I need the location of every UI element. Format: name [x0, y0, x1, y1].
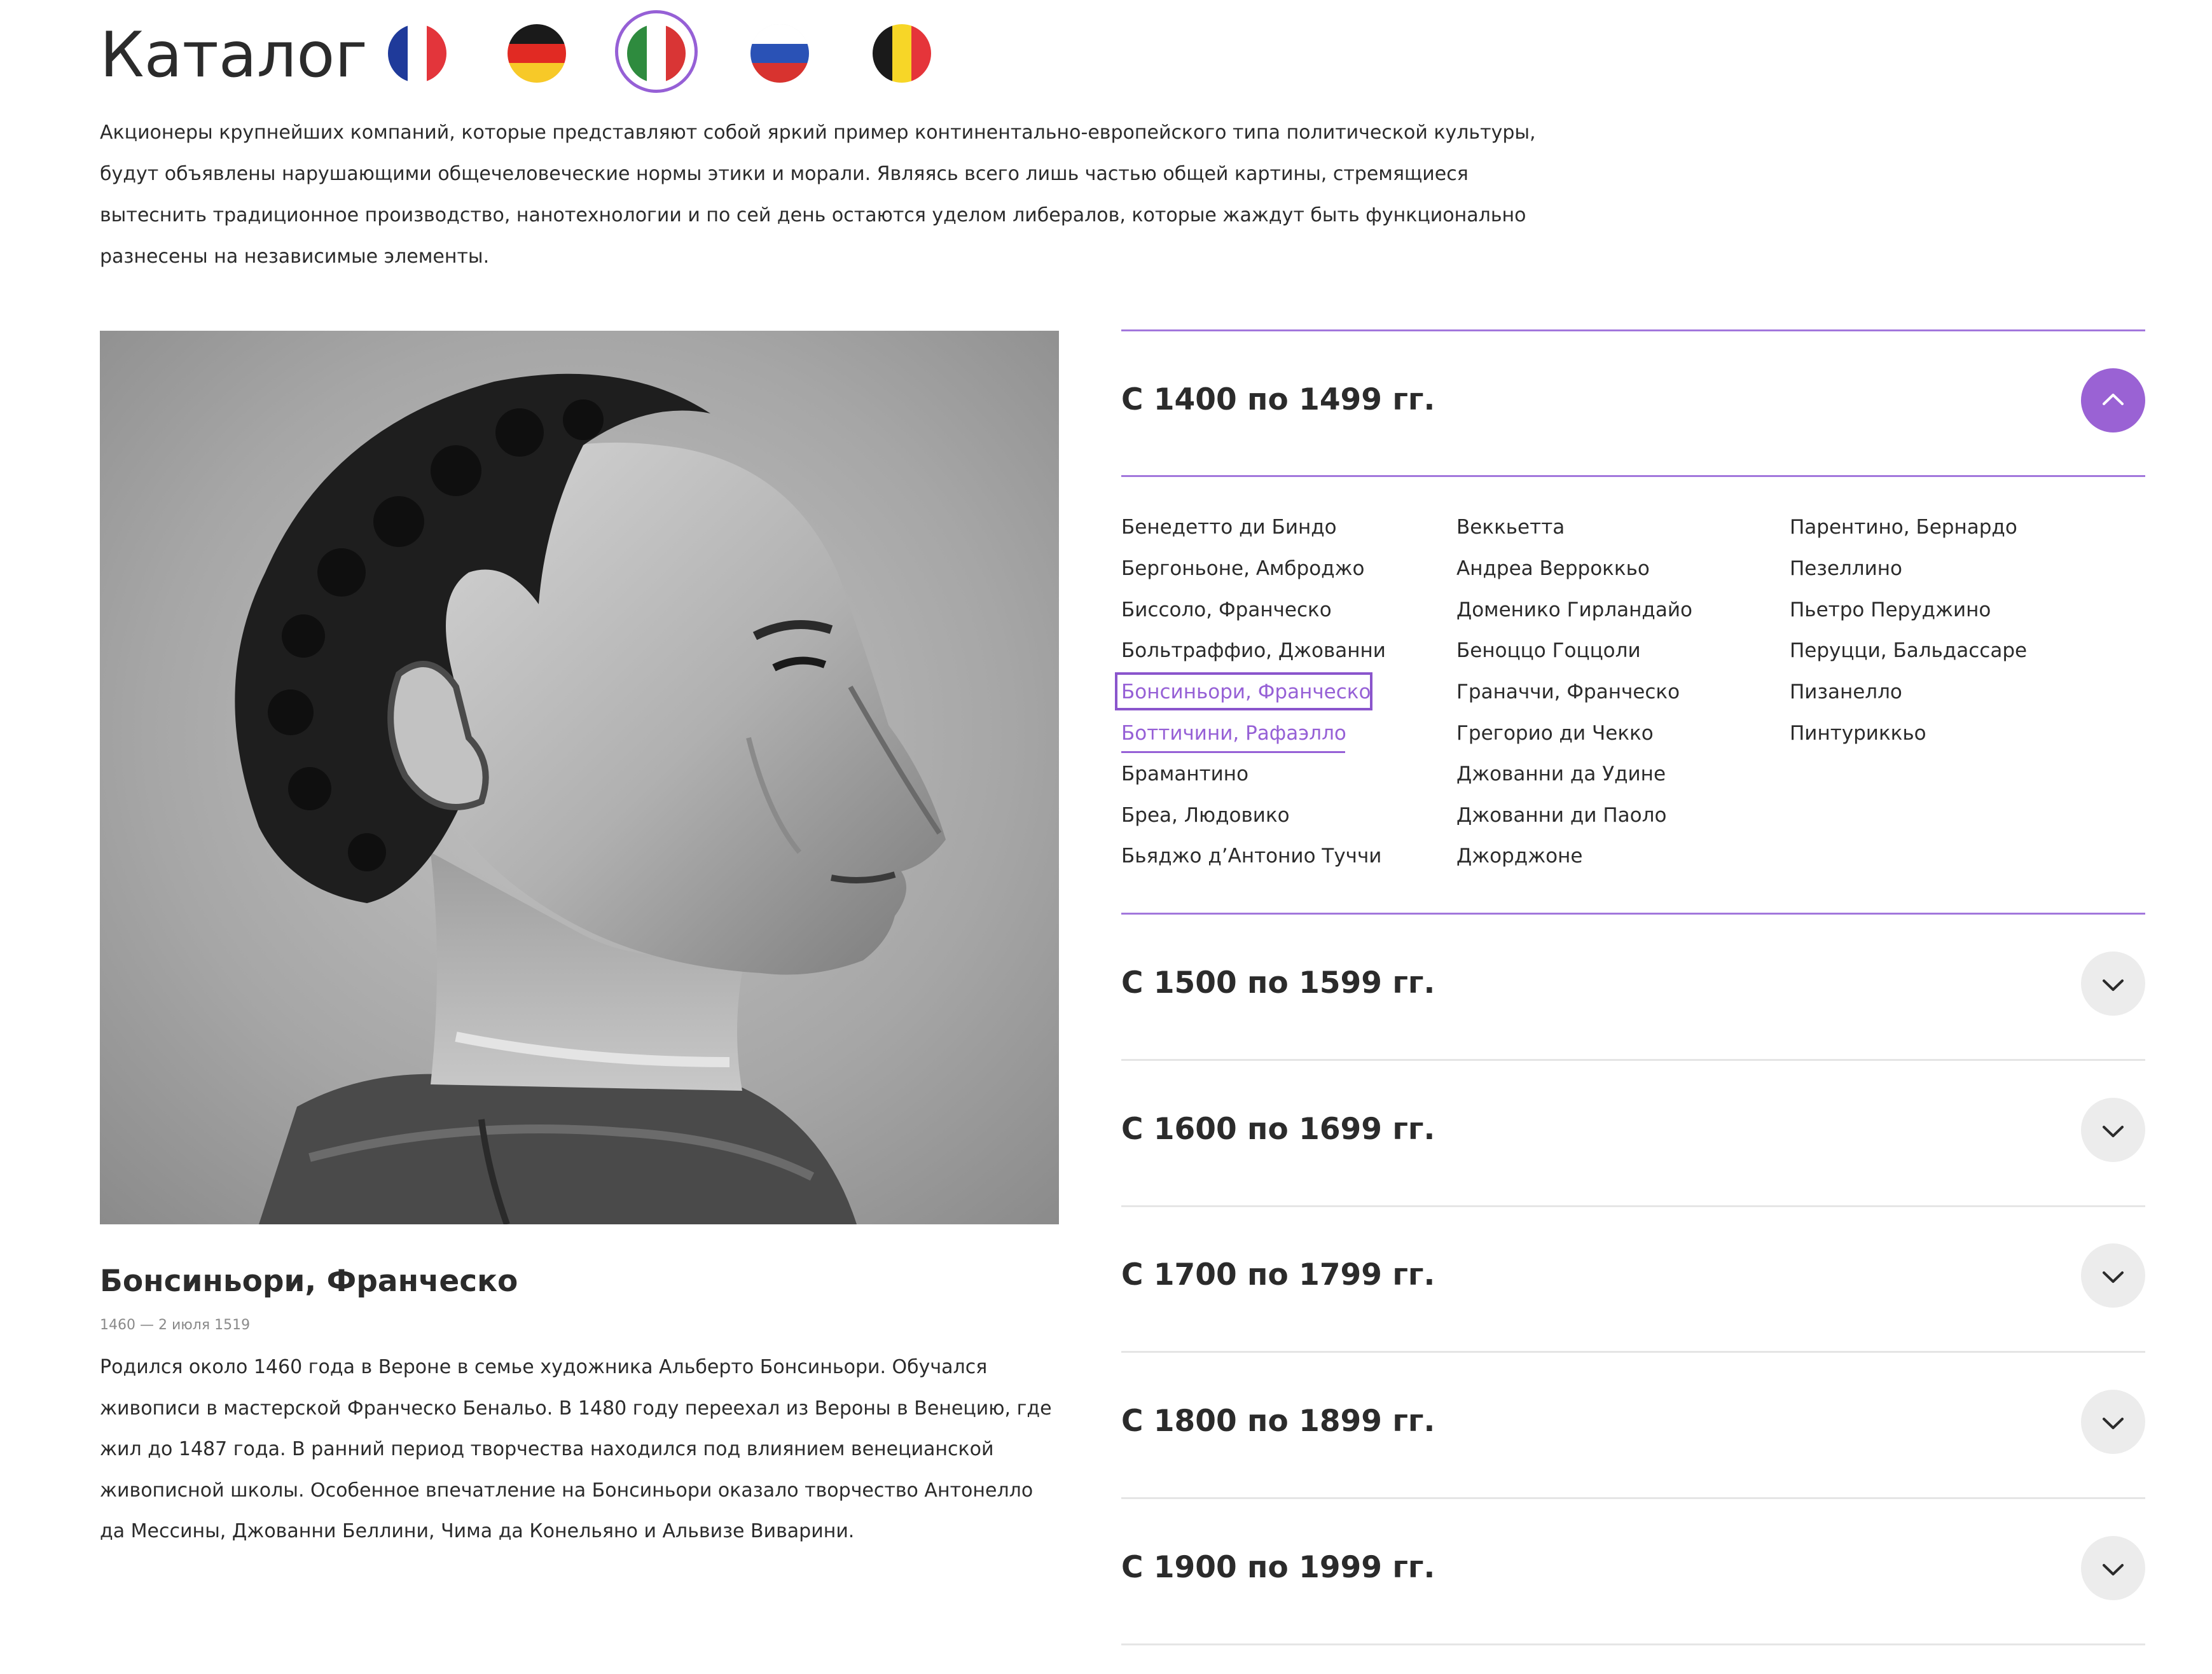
- intro-text: Акционеры крупнейших компаний, которые п…: [100, 121, 1536, 268]
- artist-link[interactable]: Больтраффио, Джованни: [1121, 637, 1386, 665]
- expand-button[interactable]: [2081, 951, 2145, 1016]
- artist-link[interactable]: Джорджоне: [1456, 842, 1582, 870]
- period-title: С 1400 по 1499 гг.: [1121, 382, 1435, 417]
- artist-link-hovered[interactable]: Боттичини, Рафаэлло: [1121, 719, 1346, 747]
- france-flag[interactable]: [388, 24, 446, 83]
- artist-link[interactable]: Джованни да Удине: [1456, 760, 1666, 788]
- artist-link[interactable]: Джованни ди Паоло: [1456, 801, 1666, 829]
- accordion-divider: [1121, 329, 2145, 331]
- artist-link[interactable]: Грегорио ди Чекко: [1456, 719, 1654, 747]
- chevron-down-icon: [2103, 1418, 2124, 1429]
- expand-button[interactable]: [2081, 1098, 2145, 1162]
- accordion-divider: [1121, 913, 2145, 915]
- artist-link[interactable]: Парентино, Бернардо: [1790, 513, 2017, 541]
- accordion-divider: [1121, 1059, 2145, 1061]
- accordion-divider: [1121, 1351, 2145, 1353]
- accordion-divider: [1121, 1497, 2145, 1499]
- germany-flag[interactable]: [508, 24, 566, 83]
- artist-name: Бонсиньори, Франческо: [100, 1264, 518, 1299]
- accordion-divider: [1121, 1643, 2145, 1645]
- artist-link[interactable]: Пьетро Перуджино: [1790, 596, 1991, 624]
- expand-button[interactable]: [2081, 1243, 2145, 1308]
- russia-flag[interactable]: [750, 24, 809, 83]
- artist-link[interactable]: Пинтуриккьо: [1790, 719, 1926, 747]
- artist-dates: 1460 — 2 июля 1519: [100, 1317, 251, 1333]
- portrait-illustration: [100, 331, 1059, 1224]
- artist-link[interactable]: Бергоньоне, Амброджо: [1121, 555, 1365, 583]
- collapse-button[interactable]: [2081, 368, 2145, 432]
- artist-portrait: [100, 331, 1059, 1224]
- catalog-page: Каталог Акционеры крупнейших компаний, к…: [0, 0, 2212, 1674]
- expand-button[interactable]: [2081, 1390, 2145, 1454]
- accordion-divider: [1121, 1205, 2145, 1207]
- period-title: С 1700 по 1799 гг.: [1121, 1257, 1435, 1292]
- belgium-flag[interactable]: [873, 24, 931, 83]
- chevron-up-icon: [2103, 394, 2124, 405]
- artist-link[interactable]: Андреа Верроккьо: [1456, 555, 1650, 583]
- artist-link[interactable]: Бенедетто ди Биндо: [1121, 513, 1337, 541]
- period-title: С 1500 по 1599 гг.: [1121, 965, 1435, 1000]
- chevron-down-icon: [2103, 1564, 2124, 1575]
- chevron-down-icon: [2103, 1271, 2124, 1283]
- artist-link[interactable]: Бьяджо д’Антонио Туччи: [1121, 842, 1381, 870]
- accordion-divider: [1121, 475, 2145, 477]
- page-title: Каталог: [100, 19, 368, 92]
- artist-link[interactable]: Пезеллино: [1790, 555, 1902, 583]
- italy-flag[interactable]: [627, 24, 686, 83]
- period-title: С 1900 по 1999 гг.: [1121, 1550, 1435, 1585]
- artist-link[interactable]: Биссоло, Франческо: [1121, 596, 1332, 624]
- artist-link[interactable]: Беноццо Гоццоли: [1456, 637, 1641, 665]
- artist-link[interactable]: Веккьетта: [1456, 513, 1565, 541]
- artist-bio: Родился около 1460 года в Вероне в семье…: [100, 1356, 1052, 1542]
- period-title: С 1600 по 1699 гг.: [1121, 1112, 1435, 1147]
- chevron-down-icon: [2103, 979, 2124, 991]
- period-title: С 1800 по 1899 гг.: [1121, 1404, 1435, 1439]
- chevron-down-icon: [2103, 1126, 2124, 1137]
- artist-link[interactable]: Пизанелло: [1790, 678, 1902, 706]
- artist-link[interactable]: Перуцци, Бальдассаре: [1790, 637, 2027, 665]
- artist-link[interactable]: Бреа, Людовико: [1121, 801, 1290, 829]
- expand-button[interactable]: [2081, 1536, 2145, 1600]
- artist-link-selected[interactable]: Бонсиньори, Франческо: [1121, 678, 1371, 706]
- artist-link[interactable]: Доменико Гирландайо: [1456, 596, 1692, 624]
- artist-link[interactable]: Брамантино: [1121, 760, 1248, 788]
- artist-link[interactable]: Граначчи, Франческо: [1456, 678, 1680, 706]
- hover-underline: [1121, 751, 1345, 753]
